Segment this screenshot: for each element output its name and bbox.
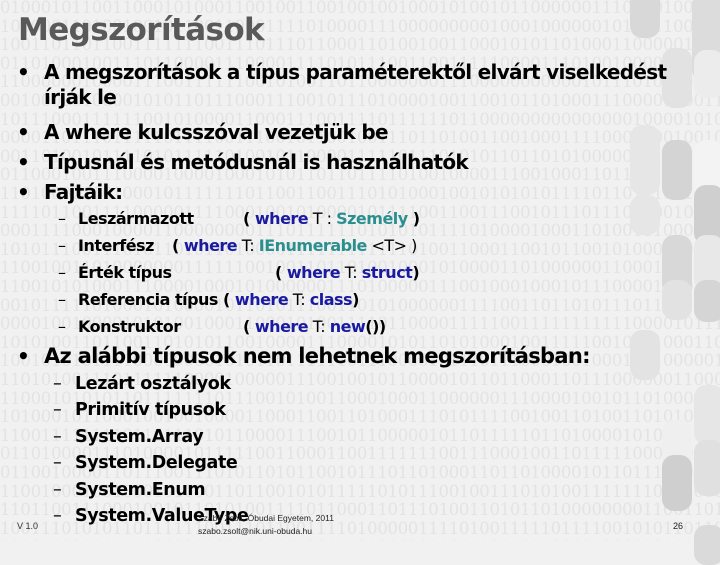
bullet-item: • A megszorítások a típus paraméterektől… <box>17 60 684 110</box>
excluded-type-item: – System.Enum <box>53 478 206 502</box>
code-tail: ) <box>407 209 420 228</box>
bullet-item: • Fajtáik: <box>17 180 684 205</box>
excluded-type-item: – System.Delegate <box>53 451 238 475</box>
dash-icon: – <box>53 453 62 473</box>
code-param: T: <box>288 290 310 309</box>
slide: Megszorítások • A megszorítások a típus … <box>0 0 720 540</box>
dash-icon: – <box>53 374 62 394</box>
constraint-kind-label: Érték típus <box>78 263 172 282</box>
constraint-code: ( where T: IEnumerable <T> ) <box>172 235 417 257</box>
code-type: Személy <box>336 209 408 228</box>
dash-icon: – <box>58 290 66 309</box>
excluded-type-item: – Lezárt osztályok <box>53 372 231 396</box>
code-type: new <box>329 317 366 336</box>
dash-icon: – <box>53 427 62 447</box>
constraint-code: ( where T: new()) <box>243 316 386 338</box>
constraint-kind-item: – Konstruktor ( where T: new()) <box>58 316 386 338</box>
bullet-item: • Típusnál és metódusnál is használhatók <box>17 150 684 175</box>
dash-icon: – <box>53 506 62 526</box>
bullet-text: Típusnál és metódusnál is használhatók <box>44 150 469 174</box>
code-type: struct <box>361 263 413 282</box>
page-number: 26 <box>673 521 684 531</box>
code-param: T: <box>237 236 259 255</box>
bullet-text: A megszorítások a típus paraméterektől e… <box>44 60 667 109</box>
constraint-kind-item: – Referencia típus ( where T: class) <box>58 289 359 311</box>
dash-icon: – <box>58 263 66 282</box>
bullet-text: Fajtáik: <box>44 180 123 204</box>
bullet-text: Az alábbi típusok nem lehetnek megszorít… <box>44 344 590 368</box>
code-keyword: where <box>183 236 238 255</box>
bullet-text: A where kulcsszóval vezetjük be <box>44 120 389 144</box>
code-paren: ( <box>243 317 255 336</box>
bullet-icon: • <box>17 60 30 84</box>
dash-icon: – <box>58 209 66 228</box>
code-paren: ( <box>217 290 235 309</box>
code-keyword: where <box>234 290 289 309</box>
constraint-code: ( where T: struct) <box>275 262 420 284</box>
version-label: V 1.0 <box>17 521 39 531</box>
code-param: T : <box>308 209 337 228</box>
slide-title: Megszorítások <box>18 12 265 48</box>
dash-icon: – <box>58 317 66 336</box>
code-keyword: where <box>254 317 309 336</box>
code-tail: <T> ) <box>366 236 417 255</box>
constraint-kind-item: – Érték típus ( where T: struct) <box>58 262 420 284</box>
code-keyword: where <box>254 209 309 228</box>
excluded-type-label: Primitív típusok <box>75 400 226 420</box>
code-paren: ( <box>172 236 184 255</box>
bullet-item: • Az alábbi típusok nem lehetnek megszor… <box>17 344 684 369</box>
excluded-type-item: – Primitív típusok <box>53 398 226 422</box>
code-tail: ) <box>352 290 359 309</box>
code-tail: ) <box>412 263 420 282</box>
constraint-kind-label: Konstruktor <box>78 317 181 336</box>
excluded-type-label: System.Delegate <box>75 453 238 473</box>
code-paren: ( <box>275 263 287 282</box>
constraint-code: ( where T : Személy ) <box>243 208 420 230</box>
code-type: class <box>309 290 353 309</box>
code-keyword: where <box>286 263 341 282</box>
code-param: T: <box>308 317 330 336</box>
constraint-code: ( where T: class) <box>218 290 359 309</box>
constraint-kind-label: Interfész <box>78 236 154 255</box>
author-email: szabo.zsolt@nik.uni-obuda.hu <box>198 526 313 536</box>
constraint-kind-item: – Leszármazott ( where T : Személy ) <box>58 208 420 230</box>
code-param: T: <box>340 263 362 282</box>
code-paren: ( <box>243 209 255 228</box>
excluded-type-item: – System.Array <box>53 425 204 449</box>
bullet-icon: • <box>17 344 30 368</box>
dash-icon: – <box>58 236 66 255</box>
code-tail: ()) <box>365 317 386 336</box>
author-info: Szabó Zsolt, Óbudai Egyetem, 2011 szabo.… <box>198 512 334 538</box>
author-line: Szabó Zsolt, Óbudai Egyetem, 2011 <box>198 513 334 523</box>
bullet-item: • A where kulcsszóval vezetjük be <box>17 120 684 145</box>
dash-icon: – <box>53 480 62 500</box>
excluded-type-label: Lezárt osztályok <box>75 374 231 394</box>
bullet-icon: • <box>17 150 30 174</box>
constraint-kind-label: Referencia típus <box>78 290 218 309</box>
bullet-icon: • <box>17 180 30 204</box>
dash-icon: – <box>53 400 62 420</box>
code-type: IEnumerable <box>258 236 368 255</box>
bullet-icon: • <box>17 120 30 144</box>
constraint-kind-item: – Interfész ( where T: IEnumerable <T> ) <box>58 235 417 257</box>
excluded-type-label: System.Enum <box>75 480 206 500</box>
constraint-kind-label: Leszármazott <box>78 209 194 228</box>
excluded-type-label: System.Array <box>75 427 204 447</box>
